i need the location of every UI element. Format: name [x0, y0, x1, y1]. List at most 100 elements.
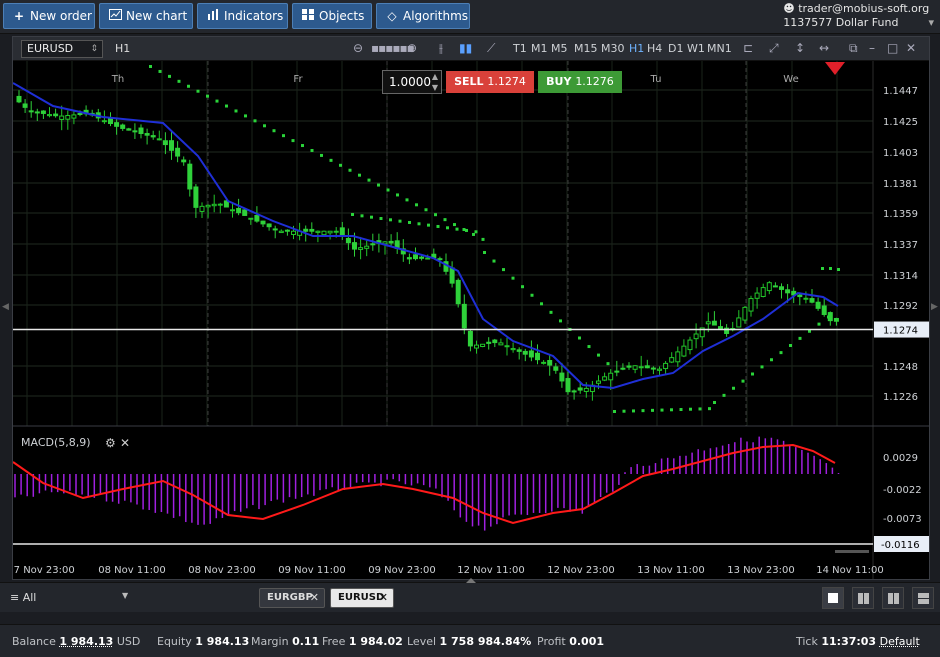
- right-collapse-icon[interactable]: ▶: [931, 302, 938, 312]
- candle: [516, 349, 522, 352]
- timeframe-m1[interactable]: M1: [531, 42, 548, 55]
- crosshair-icon[interactable]: ⫲: [439, 41, 443, 56]
- candle: [309, 228, 315, 232]
- buy-button[interactable]: BUY 1.1276: [538, 71, 622, 93]
- vertical-line-icon[interactable]: ↕: [795, 41, 805, 55]
- minimize-icon[interactable]: –: [869, 41, 875, 55]
- sar-dot: [472, 232, 475, 236]
- sar-dot: [606, 362, 610, 366]
- price-tick-label: 1.1403: [883, 148, 918, 159]
- sar-dot: [436, 224, 440, 228]
- candle: [693, 333, 699, 340]
- sar-dot: [434, 213, 437, 217]
- sar-dot: [530, 293, 534, 297]
- candle: [437, 258, 443, 261]
- sar-dot: [234, 109, 238, 113]
- candle: [156, 138, 162, 141]
- timeframe-m5[interactable]: M5: [551, 42, 568, 55]
- zoom-in-icon[interactable]: ⊕: [407, 41, 417, 55]
- timeframe-mn1[interactable]: MN1: [707, 42, 732, 55]
- timeframe-m15[interactable]: M15: [574, 42, 598, 55]
- sar-dot: [282, 134, 285, 138]
- candle: [175, 147, 181, 157]
- horizontal-line-icon[interactable]: ↔: [819, 41, 829, 55]
- detach-icon[interactable]: ⧉: [849, 41, 858, 56]
- layout-grid-icon[interactable]: [851, 587, 874, 609]
- indicators-button[interactable]: Indicators: [197, 3, 288, 29]
- tab-eurgbp[interactable]: EURGBP ✕: [259, 588, 325, 608]
- price-tick-label: 1.1447: [883, 86, 918, 97]
- left-collapse-icon[interactable]: ◀: [2, 302, 9, 312]
- timeframe-h4[interactable]: H4: [647, 42, 662, 55]
- candle: [28, 110, 34, 113]
- splitter-handle[interactable]: [466, 578, 476, 583]
- time-axis-label: 14 Nov 11:00: [816, 565, 883, 576]
- timeframe-m30[interactable]: M30: [601, 42, 625, 55]
- candle: [608, 372, 614, 381]
- layout-rows-icon[interactable]: [912, 587, 934, 609]
- timeframe-d1[interactable]: D1: [668, 42, 683, 55]
- symbol-selector[interactable]: EURUSD ⇕: [21, 40, 103, 58]
- sar-dot: [622, 409, 626, 413]
- macd-current-label: -0.0116: [881, 540, 920, 551]
- candle: [638, 366, 644, 369]
- line-chart-icon[interactable]: ⟋: [487, 41, 495, 56]
- time-axis-label: 07 Nov 23:00: [13, 565, 75, 576]
- sar-dot: [310, 148, 314, 152]
- tick-status: Tick 11:37:03 Default: [796, 635, 920, 648]
- candle: [291, 230, 296, 235]
- day-label: We: [783, 74, 798, 85]
- tick-mode-link[interactable]: Default: [880, 635, 920, 648]
- time-axis-label: 09 Nov 11:00: [278, 565, 345, 576]
- candle: [833, 317, 839, 322]
- moving-average-line: [13, 82, 839, 390]
- stepper-icon[interactable]: ▲ ▼: [432, 71, 438, 93]
- candle: [303, 228, 309, 232]
- tab-eurusd[interactable]: EURUSD ✕: [330, 588, 394, 608]
- sar-dot: [689, 407, 692, 411]
- candles-icon[interactable]: ▮▮: [459, 41, 472, 55]
- sar-dot: [474, 230, 478, 234]
- sar-dot: [244, 114, 247, 118]
- candle: [77, 112, 83, 115]
- price-chart[interactable]: Th Fr Tu We 1.1447 1.1425 1.1403 1.1381 1.1359 1.…: [13, 61, 929, 579]
- drawing-icon[interactable]: ⊏: [743, 41, 753, 55]
- new-chart-button[interactable]: New chart: [99, 3, 193, 29]
- close-icon[interactable]: ✕: [379, 589, 388, 607]
- timeframe-t1[interactable]: T1: [513, 42, 527, 55]
- zoom-out-icon[interactable]: ⊖: [353, 41, 363, 55]
- candle: [144, 133, 150, 136]
- candle: [114, 122, 120, 127]
- chevron-down-icon[interactable]: ▾: [928, 16, 934, 29]
- objects-icon: [301, 4, 315, 28]
- layout-single-icon[interactable]: [821, 587, 844, 609]
- candle: [358, 247, 364, 250]
- candle: [65, 114, 71, 120]
- timeframe-h1[interactable]: H1: [629, 42, 644, 55]
- diamond-icon: ◇: [387, 9, 397, 23]
- sar-dot: [367, 178, 371, 182]
- algorithms-button[interactable]: ◇ Algorithms: [376, 3, 470, 29]
- candle: [815, 301, 821, 309]
- new-order-button[interactable]: + New order: [3, 3, 95, 29]
- sar-dot: [511, 276, 515, 280]
- timeframe-w1[interactable]: W1: [687, 42, 705, 55]
- account-fund: Dollar Fund: [835, 16, 899, 29]
- candle: [614, 370, 620, 373]
- layout-columns-icon[interactable]: [881, 587, 904, 609]
- candle: [47, 114, 52, 117]
- candle: [150, 135, 156, 138]
- sar-dot: [206, 94, 209, 98]
- maximize-icon[interactable]: □: [887, 41, 898, 55]
- objects-button[interactable]: Objects: [292, 3, 372, 29]
- sar-dot: [708, 407, 711, 411]
- level-status: Level 1 758 984.84%: [407, 635, 532, 648]
- account-info[interactable]: ☻ trader@mobius-soft.org 1137577 Dollar …: [783, 2, 934, 30]
- tab-filter-select[interactable]: ≡ All ▼: [10, 591, 128, 604]
- candle: [370, 243, 376, 246]
- close-icon[interactable]: ✕: [906, 41, 916, 55]
- close-icon[interactable]: ✕: [310, 589, 319, 607]
- trendline-icon[interactable]: ⤢: [769, 41, 779, 56]
- lot-size-input[interactable]: 1.0000 ▲ ▼: [382, 70, 442, 94]
- sell-button[interactable]: SELL 1.1274: [446, 71, 534, 93]
